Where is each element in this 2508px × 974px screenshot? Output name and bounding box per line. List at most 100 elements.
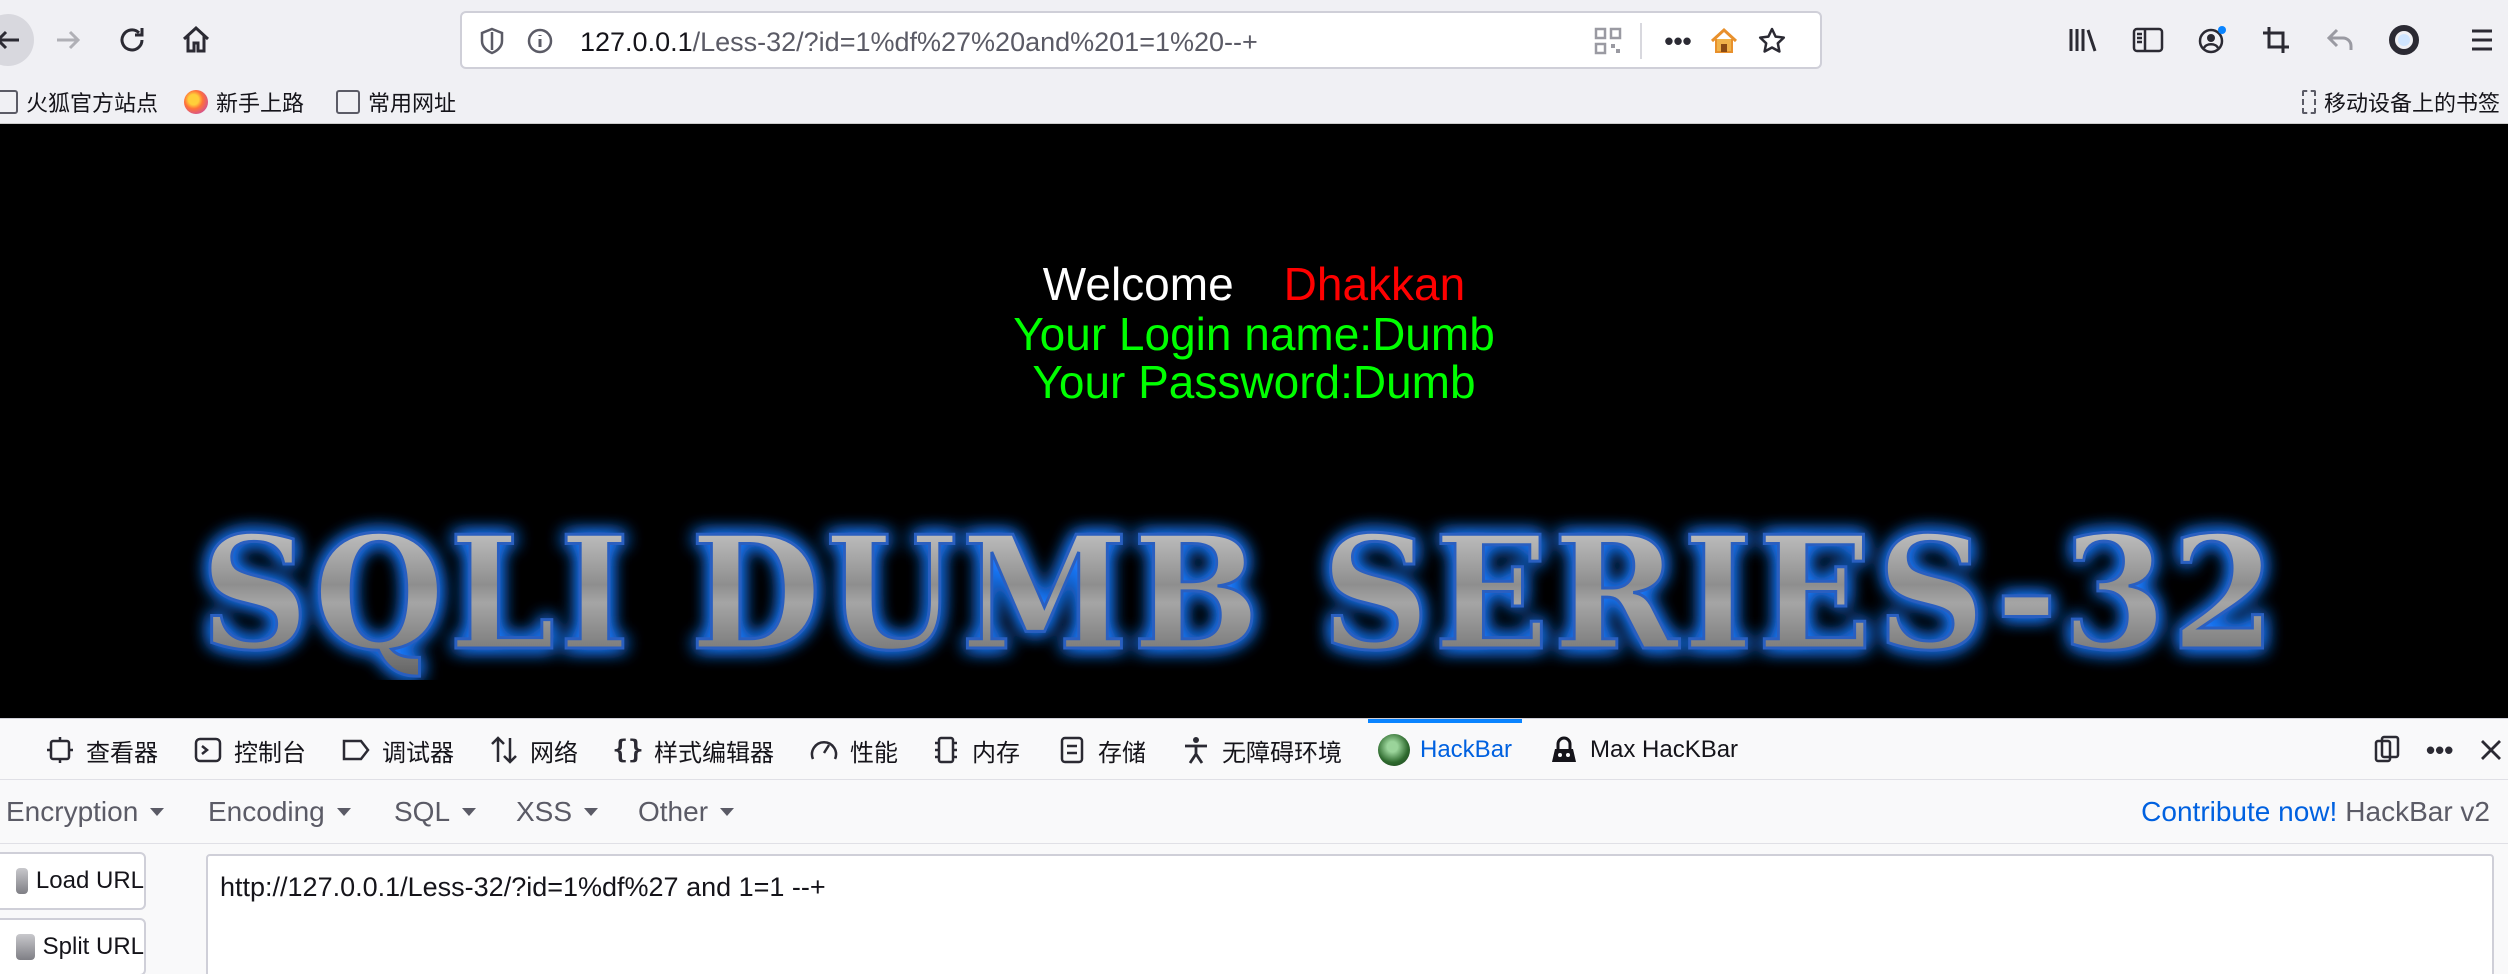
tab-hackbar[interactable]: HackBar [1367, 719, 1523, 781]
tab-console[interactable]: 控制台 [192, 719, 306, 781]
load-url-icon [16, 868, 28, 894]
login-name-text: Your Login name:Dumb [1013, 308, 1495, 360]
bookmark-item[interactable]: 新手上路 [184, 86, 304, 118]
mobile-device-icon [2301, 90, 2316, 114]
ring-icon[interactable] [2382, 18, 2426, 62]
inspector-icon [44, 734, 76, 766]
url-separator [1640, 23, 1642, 59]
tab-inspector[interactable]: 查看器 [44, 719, 158, 781]
info-icon[interactable] [524, 25, 556, 57]
qr-code-icon[interactable] [1592, 25, 1624, 57]
mobile-bookmarks-label: 移动设备上的书签 [2323, 91, 2500, 116]
url-text[interactable]: 127.0.0.1/Less-32/?id=1%df%27%20and%201=… [580, 27, 1258, 58]
tab-memory[interactable]: 内存 [930, 719, 1020, 781]
menu-label: Encoding [208, 796, 325, 827]
tab-label: 存储 [1098, 739, 1146, 767]
menu-encoding[interactable]: Encoding [208, 780, 351, 844]
hackbar-icon [1378, 734, 1410, 766]
home-extension-icon[interactable] [1708, 25, 1740, 57]
accessibility-icon [1180, 734, 1212, 766]
split-url-button[interactable]: Split URL [0, 918, 146, 974]
sqli-banner-logo: SQLI DUMB SERIES-32 [199, 510, 2278, 680]
tab-style-editor[interactable]: {} 样式编辑器 [612, 719, 774, 781]
tab-storage[interactable]: 存储 [1056, 719, 1146, 781]
welcome-line: Welcome Dhakkan [0, 257, 2508, 311]
tab-accessibility[interactable]: 无障碍环境 [1180, 719, 1342, 781]
load-url-button[interactable]: Load URL [0, 852, 146, 910]
style-editor-icon: {} [612, 735, 644, 765]
hackbar-version: HackBar v2 [2345, 796, 2490, 827]
mobile-bookmarks[interactable]: 移动设备上的书签 [2301, 86, 2500, 118]
split-url-label: Split URL [42, 933, 144, 960]
star-icon[interactable] [1756, 25, 1788, 57]
url-host: 127.0.0.1 [580, 27, 693, 57]
bookmarks-bar: 火狐官方站点 新手上路 常用网址 移动设备上的书签 [0, 80, 2508, 124]
url-path: /Less-32/?id=1%df%27%20and%201=1%20--+ [692, 27, 1258, 57]
network-icon [488, 734, 520, 766]
tab-label: HackBar [1420, 736, 1513, 763]
devtools-panel: 查看器 控制台 调试器 网络 {} 样式编辑器 性能 内存 存储 无障碍环境 H… [0, 718, 2508, 974]
back-arrow-icon[interactable] [0, 14, 34, 66]
hackbar-menu-bar: Encryption Encoding SQL XSS Other Contri… [0, 780, 2508, 844]
undo-icon[interactable] [2318, 18, 2362, 62]
hackbar-url-textarea[interactable]: http://127.0.0.1/Less-32/?id=1%df%27 and… [206, 854, 2494, 974]
tab-performance[interactable]: 性能 [808, 719, 898, 781]
folder-icon [0, 90, 18, 114]
bookmark-item[interactable]: 火狐官方站点 [0, 86, 158, 118]
shield-icon[interactable] [476, 25, 508, 57]
tab-label: 调试器 [382, 739, 454, 767]
dock-toggle-icon[interactable] [2372, 719, 2402, 781]
menu-xss[interactable]: XSS [516, 780, 599, 844]
page-content: Welcome Dhakkan Your Login name:Dumb Your… [0, 125, 2508, 718]
folder-icon [336, 90, 360, 114]
tab-label: 内存 [972, 739, 1020, 767]
password-text: Your Password:Dumb [1032, 356, 1476, 408]
menu-label: Other [638, 796, 709, 827]
bookmark-label: 常用网址 [368, 91, 457, 116]
console-icon [192, 734, 224, 766]
chevron-down-icon [720, 808, 735, 816]
tab-label: 控制台 [234, 739, 306, 767]
more-dots-icon[interactable]: ••• [1662, 25, 1694, 57]
chevron-down-icon [462, 808, 477, 816]
memory-icon [930, 734, 962, 766]
reload-icon[interactable] [106, 14, 158, 66]
menu-label: SQL [394, 796, 451, 827]
pick-element-icon[interactable] [0, 719, 12, 781]
contribute-link[interactable]: Contribute now! [2141, 796, 2337, 828]
menu-encryption[interactable]: Encryption [6, 780, 165, 844]
devtools-more-icon[interactable]: ••• [2426, 719, 2453, 781]
max-hackbar-icon [1548, 734, 1580, 766]
menu-label: Encryption [6, 796, 139, 827]
devtools-tab-bar: 查看器 控制台 调试器 网络 {} 样式编辑器 性能 内存 存储 无障碍环境 H… [0, 718, 2508, 780]
tab-label: Max HacKBar [1590, 736, 1739, 763]
bookmark-label: 新手上路 [216, 91, 305, 116]
url-bar[interactable]: 127.0.0.1/Less-32/?id=1%df%27%20and%201=… [460, 11, 1822, 69]
welcome-text: Welcome [1042, 258, 1234, 310]
split-url-icon [16, 934, 35, 960]
tab-label: 样式编辑器 [654, 739, 774, 767]
tab-label: 无障碍环境 [1222, 739, 1342, 767]
bookmark-label: 火狐官方站点 [26, 91, 159, 116]
tab-network[interactable]: 网络 [488, 719, 578, 781]
tab-label: 性能 [850, 739, 898, 767]
sidebar-icon[interactable] [2126, 18, 2170, 62]
close-icon[interactable] [2478, 719, 2504, 781]
contribute-area: Contribute now! HackBar v2 [2141, 780, 2490, 844]
tab-label: 查看器 [86, 739, 158, 767]
hamburger-menu-icon[interactable] [2460, 18, 2504, 62]
chevron-down-icon [336, 808, 351, 816]
bookmark-item[interactable]: 常用网址 [336, 86, 456, 118]
tab-label: 网络 [530, 739, 578, 767]
library-icon[interactable] [2062, 18, 2106, 62]
menu-other[interactable]: Other [638, 780, 735, 844]
home-icon[interactable] [170, 14, 222, 66]
account-icon[interactable] [2190, 18, 2234, 62]
tab-max-hackbar[interactable]: Max HacKBar [1548, 719, 1738, 781]
menu-sql[interactable]: SQL [394, 780, 477, 844]
tab-debugger[interactable]: 调试器 [340, 719, 454, 781]
crop-icon[interactable] [2254, 18, 2298, 62]
hackbar-body: Load URL Split URL http://127.0.0.1/Less… [0, 844, 2508, 974]
storage-icon [1056, 734, 1088, 766]
forward-arrow-icon[interactable] [42, 14, 94, 66]
